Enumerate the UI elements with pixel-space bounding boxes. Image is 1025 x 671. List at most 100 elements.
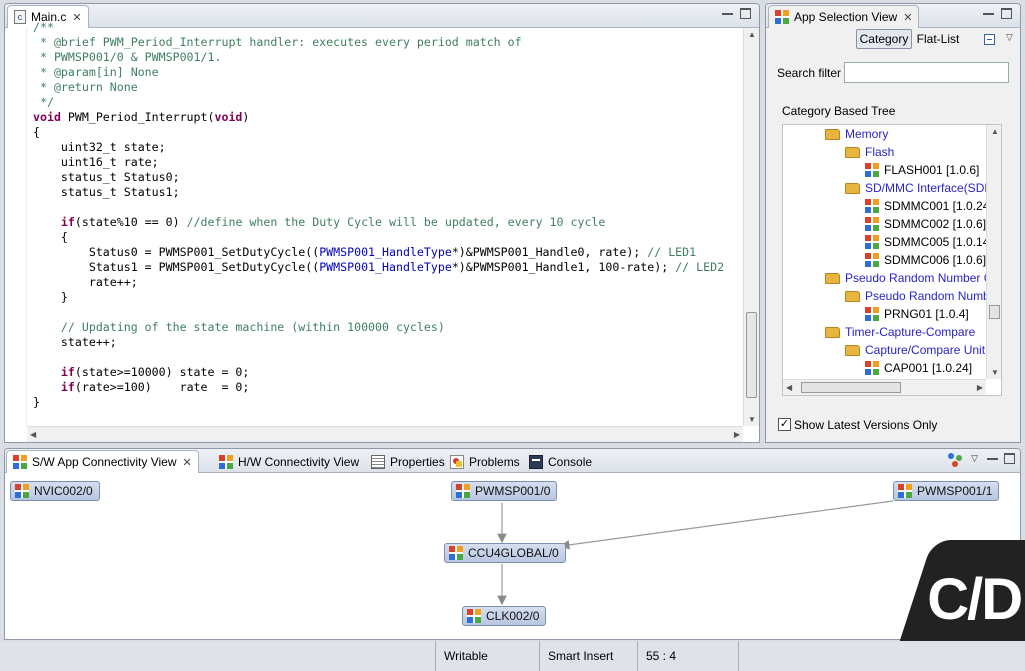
editor-panel: c Main.c ✕ /** * @brief PWM_Period_Inter… [4, 3, 760, 443]
code-line[interactable]: rate++; [33, 275, 741, 290]
code-line[interactable]: Status0 = PWMSP001_SetDutyCycle((PWMSP00… [33, 245, 741, 260]
tree-app-item[interactable]: CAP001 [1.0.24] [865, 361, 972, 375]
code-token: */ [33, 95, 54, 109]
app-selection-panel: App Selection View ✕ Category Flat-List … [765, 3, 1021, 443]
code-token: // Updating of the state machine (within… [60, 320, 445, 334]
scroll-up-icon[interactable]: ▲ [991, 127, 999, 136]
code-line[interactable]: void PWM_Period_Interrupt(void) [33, 110, 741, 125]
editor-vertical-scrollbar[interactable]: ▲ ▼ [743, 28, 759, 426]
category-button[interactable]: Category [856, 29, 912, 49]
code-token: uint32_t state; [33, 140, 166, 154]
scroll-down-icon[interactable]: ▼ [991, 368, 999, 377]
code-line[interactable]: { [33, 125, 741, 140]
search-input[interactable] [844, 62, 1009, 83]
scroll-left-icon[interactable]: ◀ [786, 383, 792, 392]
code-line[interactable]: * @param[in] None [33, 65, 741, 80]
editor-horizontal-scrollbar[interactable]: ◀ ▶ [27, 426, 743, 442]
scroll-down-icon[interactable]: ▼ [748, 415, 756, 424]
code-line[interactable]: * PWMSP001/0 & PWMSP001/1. [33, 50, 741, 65]
tree-item-label: CAP001 [1.0.24] [884, 361, 973, 375]
minimize-icon[interactable] [722, 8, 733, 15]
tree-app-item[interactable]: SDMMC002 [1.0.6] [865, 217, 986, 231]
close-icon[interactable]: ✕ [903, 11, 912, 24]
show-latest-checkbox[interactable]: ✓ [778, 418, 791, 431]
code-line[interactable]: /** [33, 20, 741, 35]
tree-app-item[interactable]: PRNG01 [1.0.4] [865, 307, 969, 321]
code-line[interactable]: if(state>=10000) state = 0; [33, 365, 741, 380]
maximize-icon[interactable] [1001, 8, 1012, 19]
node-clk002[interactable]: CLK002/0 [462, 606, 547, 626]
flat-list-button[interactable]: Flat-List [914, 29, 962, 49]
code-token: { [33, 230, 68, 244]
code-line[interactable]: * @return None [33, 80, 741, 95]
code-line[interactable]: uint32_t state; [33, 140, 741, 155]
tree-folder-item[interactable]: Capture/Compare Unit [845, 343, 985, 357]
scroll-thumb[interactable] [801, 382, 901, 393]
tree-app-item[interactable]: FLASH001 [1.0.6] [865, 163, 979, 177]
scroll-left-icon[interactable]: ◀ [30, 430, 36, 439]
scroll-thumb[interactable] [989, 305, 1000, 319]
code-line[interactable]: // Updating of the state machine (within… [33, 320, 741, 335]
code-line[interactable]: } [33, 290, 741, 305]
code-token: *)&PWMSP001_Handle1, 100-rate); [451, 260, 676, 274]
code-token: } [33, 290, 68, 304]
code-line[interactable] [33, 350, 741, 365]
code-line[interactable]: * @brief PWM_Period_Interrupt handler: e… [33, 35, 741, 50]
minimize-icon[interactable] [983, 8, 994, 15]
view-menu-icon[interactable]: ▽ [1006, 32, 1013, 43]
tree-item-label: SDMMC002 [1.0.6] [884, 217, 987, 231]
app-selection-tabbar: App Selection View ✕ [766, 4, 1020, 28]
collapse-all-icon[interactable] [984, 34, 995, 45]
code-line[interactable] [33, 305, 741, 320]
code-area[interactable]: /** * @brief PWM_Period_Interrupt handle… [27, 20, 741, 426]
maximize-icon[interactable] [740, 8, 751, 19]
tree-folder-item[interactable]: SD/MMC Interface(SDM [845, 181, 994, 195]
status-writable: Writable [435, 641, 539, 671]
tree-app-item[interactable]: SDMMC001 [1.0.24] [865, 199, 993, 213]
tree-item-label: SD/MMC Interface(SDM [865, 181, 995, 195]
code-token: Status1 = PWMSP001_SetDutyCycle(( [33, 260, 320, 274]
scroll-up-icon[interactable]: ▲ [748, 30, 756, 39]
scroll-right-icon[interactable]: ▶ [977, 383, 983, 392]
code-line[interactable]: */ [33, 95, 741, 110]
tree-item-label: PRNG01 [1.0.4] [884, 307, 969, 321]
app-icon [865, 307, 879, 321]
code-token: void [214, 110, 243, 124]
code-line[interactable]: uint16_t rate; [33, 155, 741, 170]
code-line[interactable]: if(state%10 == 0) //define when the Duty… [33, 215, 741, 230]
node-pwmsp001-0[interactable]: PWMSP001/0 [451, 481, 558, 501]
node-ccu4global[interactable]: CCU4GLOBAL/0 [444, 543, 566, 563]
scroll-right-icon[interactable]: ▶ [734, 430, 740, 439]
code-line[interactable]: Status1 = PWMSP001_SetDutyCycle((PWMSP00… [33, 260, 741, 275]
tree-folder-item[interactable]: Timer-Capture-Compare [825, 325, 975, 339]
tree-folder-item[interactable]: Flash [845, 145, 894, 159]
code-token: * @param[in] None [33, 65, 159, 79]
tree-app-item[interactable]: SDMMC005 [1.0.14] [865, 235, 993, 249]
tree-app-item[interactable]: SDMMC006 [1.0.6] [865, 253, 986, 267]
folder-icon [825, 326, 840, 338]
tab-app-selection[interactable]: App Selection View ✕ [768, 5, 920, 28]
code-token: * @return None [33, 80, 138, 94]
code-line[interactable]: state++; [33, 335, 741, 350]
tab-label: App Selection View [794, 10, 898, 24]
code-line[interactable]: status_t Status0; [33, 170, 741, 185]
code-token: PWM_Period_Interrupt( [60, 110, 215, 124]
tree-vertical-scrollbar[interactable]: ▲ ▼ [986, 125, 1001, 379]
code-line[interactable]: } [33, 395, 741, 410]
node-nvic002[interactable]: NVIC002/0 [10, 481, 100, 501]
code-line[interactable]: if(rate>=100) rate = 0; [33, 380, 741, 395]
code-token: *)&PWMSP001_Handle0, rate); [451, 245, 648, 259]
tree-horizontal-scrollbar[interactable]: ◀ ▶ [783, 379, 986, 395]
tree-folder-item[interactable]: Memory [825, 127, 888, 141]
code-line[interactable] [33, 200, 741, 215]
tree-item-label: Timer-Capture-Compare [845, 325, 976, 339]
node-pwmsp001-1[interactable]: PWMSP001/1 [893, 481, 1000, 501]
scroll-thumb[interactable] [746, 312, 757, 398]
code-line[interactable]: { [33, 230, 741, 245]
tree-folder-item[interactable]: Pseudo Random Number G [825, 271, 993, 285]
category-tree[interactable]: Memory Flash FLASH001 [1.0.6] SD/MMC Interf… [782, 124, 1002, 396]
code-line[interactable]: status_t Status1; [33, 185, 741, 200]
tree-folder-item[interactable]: Pseudo Random Numb [845, 289, 990, 303]
